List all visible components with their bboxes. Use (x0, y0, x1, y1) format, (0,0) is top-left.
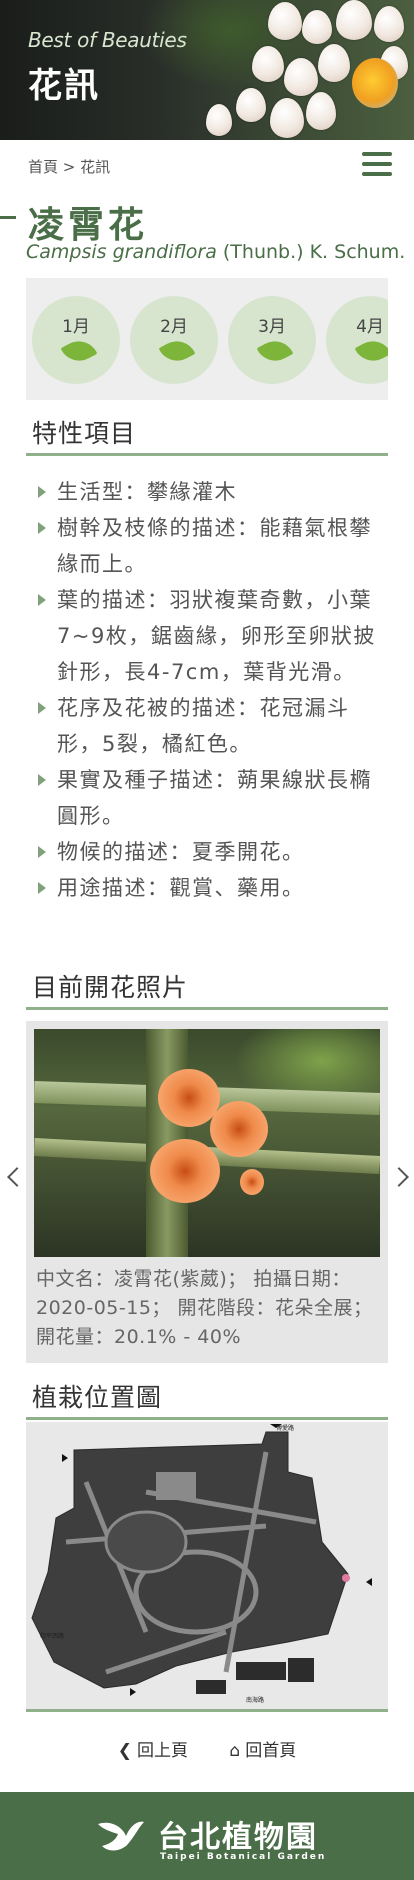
traits-heading-label: 特性項目 (32, 419, 137, 448)
month-item[interactable]: 1月 (32, 296, 120, 384)
month-label: 3月 (258, 317, 286, 337)
triangle-bullet-icon (38, 486, 46, 498)
triangle-bullet-icon (38, 702, 46, 714)
hero-subtitle: Best of Beauties (28, 28, 187, 52)
list-item: 花序及花被的描述：花冠漏斗形，5裂，橘紅色。 (26, 690, 376, 762)
home-icon: ⌂ (229, 1741, 241, 1761)
triangle-bullet-icon (38, 594, 46, 606)
back-link[interactable]: ❮ 回上頁 (118, 1736, 188, 1761)
list-item: 用途描述：觀賞、藥用。 (26, 870, 376, 906)
month-item[interactable]: 3月 (228, 296, 316, 384)
menu-icon[interactable] (362, 152, 392, 178)
home-link[interactable]: ⌂ 回首頁 (229, 1736, 296, 1761)
map-label-road: 和平西路 (40, 1632, 64, 1640)
leaf-icon (256, 334, 294, 368)
garden-map: 博愛路 和平西路 南海路 (31, 1424, 372, 1704)
month-item[interactable]: 4月 (326, 296, 388, 384)
triangle-bullet-icon (38, 882, 46, 894)
month-label: 2月 (160, 317, 188, 337)
logo-english: Taipei Botanical Garden (160, 1852, 327, 1862)
breadcrumb: 首頁 > 花訊 (28, 156, 110, 177)
leaf-icon (354, 334, 388, 368)
breadcrumb-home[interactable]: 首頁 (28, 156, 58, 177)
bird-logo-icon (98, 1821, 144, 1851)
bottom-nav: ❮ 回上頁 ⌂ 回首頁 (0, 1736, 414, 1761)
list-item: 果實及種子描述：蒴果線狀長橢圓形。 (26, 762, 376, 834)
month-label: 1月 (62, 317, 90, 337)
bloom-month-carousel: 1月 2月 3月 4月 (26, 278, 388, 400)
scientific-binomial: Campsis grandiflora (26, 241, 217, 263)
map-label-road: 南海路 (246, 1696, 264, 1704)
traits-list: 生活型：攀緣灌木 樹幹及枝條的描述：能藉氣根攀緣而上。 葉的描述：羽狀複葉奇數，… (26, 474, 376, 906)
map-heading-label: 植栽位置圖 (32, 1383, 163, 1412)
leaf-icon (158, 334, 196, 368)
list-item: 葉的描述：羽狀複葉奇數，小葉7~9枚，鋸齒緣，卵形至卵狀披針形，長4-7cm，葉… (26, 582, 376, 690)
hero-banner: Best of Beauties 花訊 (0, 0, 414, 140)
trait-text: 生活型：攀緣灌木 (57, 480, 237, 504)
photos-heading-label: 目前開花照片 (32, 973, 189, 1002)
title-accent (0, 216, 16, 219)
list-item: 生活型：攀緣灌木 (26, 474, 376, 510)
month-label: 4月 (356, 317, 384, 337)
trait-text: 葉的描述：羽狀複葉奇數，小葉7~9枚，鋸齒緣，卵形至卵狀披針形，長4-7cm，葉… (57, 588, 376, 684)
location-map[interactable]: 博愛路 和平西路 南海路 (26, 1422, 388, 1712)
trait-text: 花序及花被的描述：花冠漏斗形，5裂，橘紅色。 (57, 696, 350, 756)
triangle-bullet-icon (38, 774, 46, 786)
photo-caption: 中文名：凌霄花(紫葳)； 拍攝日期：2020-05-15； 開花階段：花朵全展；… (36, 1268, 373, 1348)
chevron-left-icon: ❮ (117, 1741, 133, 1761)
triangle-bullet-icon (38, 522, 46, 534)
breadcrumb-current[interactable]: 花訊 (80, 156, 110, 177)
trait-text: 用途描述：觀賞、藥用。 (57, 876, 305, 900)
next-arrow-icon[interactable] (394, 1166, 408, 1188)
photo-slide: 中文名：凌霄花(紫葳)； 拍攝日期：2020-05-15； 開花階段：花朵全展；… (26, 1021, 388, 1363)
photos-heading: 目前開花照片 (26, 966, 388, 1010)
list-item: 樹幹及枝條的描述：能藉氣根攀緣而上。 (26, 510, 376, 582)
back-link-label: 回上頁 (137, 1741, 189, 1761)
trait-text: 樹幹及枝條的描述：能藉氣根攀緣而上。 (57, 516, 372, 576)
prev-arrow-icon[interactable] (6, 1166, 20, 1188)
breadcrumb-separator: > (62, 158, 76, 176)
logo-name: 台北植物園 (158, 1820, 318, 1855)
map-label-road: 博愛路 (276, 1424, 294, 1432)
map-heading: 植栽位置圖 (26, 1376, 388, 1420)
page-title: 花訊 (28, 66, 100, 106)
scientific-name: Campsis grandiflora (Thunb.) K. Schum. (26, 241, 405, 263)
scientific-author: (Thunb.) K. Schum. (216, 241, 406, 263)
leaf-icon (60, 334, 98, 368)
flower-photo (34, 1029, 380, 1257)
month-item[interactable]: 2月 (130, 296, 218, 384)
traits-heading: 特性項目 (26, 412, 388, 456)
list-item: 物候的描述：夏季開花。 (26, 834, 376, 870)
home-link-label: 回首頁 (245, 1741, 297, 1761)
triangle-bullet-icon (38, 846, 46, 858)
trait-text: 物候的描述：夏季開花。 (57, 840, 305, 864)
footer: 台北植物園 Taipei Botanical Garden (0, 1792, 414, 1880)
trait-text: 果實及種子描述：蒴果線狀長橢圓形。 (57, 768, 372, 828)
